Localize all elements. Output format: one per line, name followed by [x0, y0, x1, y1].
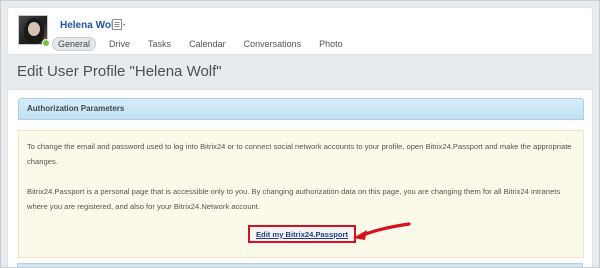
tab-tasks[interactable]: Tasks: [143, 37, 176, 51]
profile-header: Helena Wolf General Drive Tasks Calendar…: [7, 7, 593, 55]
content-panel: Authorization Parameters To change the e…: [7, 89, 593, 267]
tab-general[interactable]: General: [52, 37, 97, 51]
window: Helena Wolf General Drive Tasks Calendar…: [0, 0, 600, 268]
arrow-icon: [353, 222, 411, 240]
info-box: To change the email and password used to…: [18, 130, 584, 258]
tab-calendar[interactable]: Calendar: [184, 37, 231, 51]
user-name-link[interactable]: Helena Wolf: [60, 20, 117, 31]
section-header: Authorization Parameters: [18, 98, 584, 120]
passport-button[interactable]: Edit my Bitrix24.Passport: [248, 225, 356, 243]
page-title: Edit User Profile "Helena Wolf": [17, 63, 222, 80]
info-paragraph-2: Bitrix24.Passport is a personal page tha…: [27, 187, 561, 211]
online-status-icon: [42, 39, 50, 47]
tab-photo[interactable]: Photo: [314, 37, 348, 51]
section-title: Authorization Parameters: [27, 104, 125, 113]
menu-icon[interactable]: [112, 19, 126, 31]
next-section-header: [17, 263, 583, 267]
info-paragraph-1: To change the email and password used to…: [27, 142, 572, 166]
tab-drive[interactable]: Drive: [104, 37, 135, 51]
passport-link[interactable]: Edit my Bitrix24.Passport: [256, 230, 348, 239]
profile-tabs: General Drive Tasks Calendar Conversatio…: [52, 36, 356, 52]
tab-conversations[interactable]: Conversations: [239, 37, 307, 51]
